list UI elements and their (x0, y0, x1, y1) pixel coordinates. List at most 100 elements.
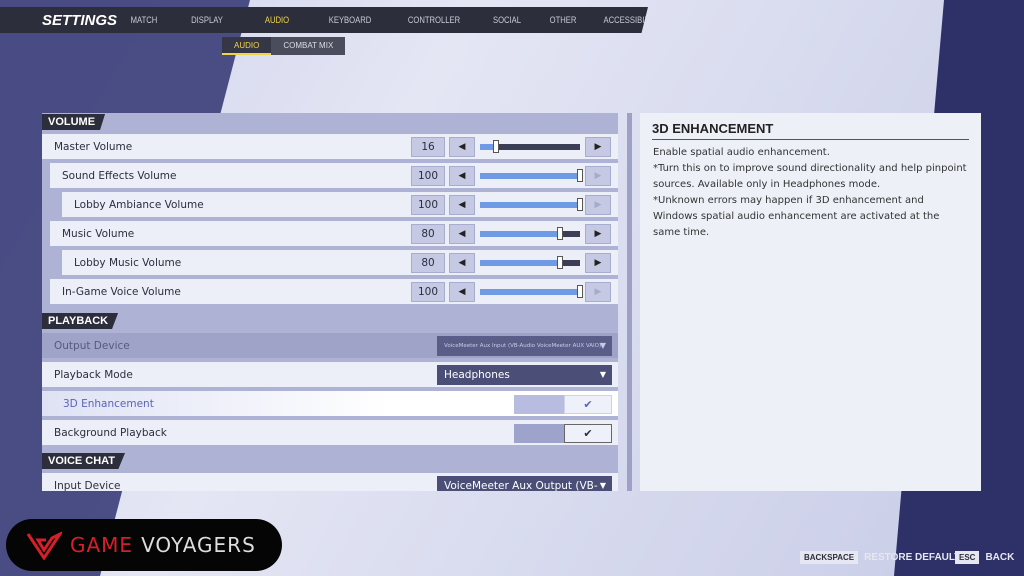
slider-handle[interactable] (493, 140, 499, 153)
logo-text: VOYAGERS (141, 533, 256, 557)
volume-slider[interactable] (480, 169, 583, 182)
background-playback-toggle[interactable]: ✔ (514, 424, 612, 443)
restore-defaults-button[interactable]: BACKSPACE RESTORE DEFAULTS (800, 551, 967, 564)
output-device-row: Output Device VoiceMeeter Aux Input (VB-… (42, 333, 618, 358)
settings-panel: VOLUME Master Volume 16 ◀ ▶ Sound Effects… (42, 113, 618, 491)
volume-value: 100 (411, 166, 445, 186)
volume-row: In-Game Voice Volume 100 ◀ ▶ (50, 279, 618, 304)
volume-row: Lobby Ambiance Volume 100 ◀ ▶ (62, 192, 618, 217)
row-label: Output Device (54, 339, 130, 352)
slider-handle[interactable] (557, 256, 563, 269)
volume-slider[interactable] (480, 285, 583, 298)
row-label: 3D Enhancement (63, 397, 154, 410)
watermark-logo: GAME VOYAGERS (6, 519, 282, 571)
increase-arrow-icon[interactable]: ▶ (585, 195, 611, 215)
tab-display[interactable]: DISPLAY (176, 15, 237, 25)
caret-down-icon: ▼ (599, 370, 606, 379)
background-playback-row: Background Playback ✔ (42, 420, 618, 445)
key-hint: BACKSPACE (800, 551, 859, 564)
slider-handle[interactable] (557, 227, 563, 240)
increase-arrow-icon[interactable]: ▶ (585, 137, 611, 157)
subtab-combat-mix[interactable]: COMBAT MIX (271, 37, 346, 55)
subtabs: AUDIO COMBAT MIX (222, 37, 346, 55)
volume-slider[interactable] (480, 198, 583, 211)
volume-value: 100 (411, 282, 445, 302)
volume-value: 16 (411, 137, 445, 157)
tab-controller[interactable]: CONTROLLER (396, 15, 473, 25)
row-label: Background Playback (54, 426, 167, 439)
row-label: Music Volume (62, 227, 135, 240)
decrease-arrow-icon[interactable]: ◀ (449, 137, 475, 157)
input-device-dropdown[interactable]: VoiceMeeter Aux Output (VB-Audi▼ (437, 476, 612, 491)
tab-audio[interactable]: AUDIO (248, 15, 306, 25)
section-header-volume: VOLUME (42, 113, 618, 132)
increase-arrow-icon[interactable]: ▶ (585, 253, 611, 273)
tab-accessibility[interactable]: ACCESSIBILITY (597, 15, 648, 25)
dropdown-value: Headphones (444, 369, 510, 381)
volume-row: Lobby Music Volume 80 ◀ ▶ (62, 250, 618, 275)
slider-fill (480, 231, 560, 237)
tab-match[interactable]: MATCH (121, 15, 167, 25)
playback-mode-dropdown[interactable]: Headphones ▼ (437, 365, 612, 385)
check-icon: ✔ (564, 395, 612, 414)
logo-icon (26, 531, 62, 560)
caret-down-icon: ▼ (599, 341, 606, 350)
row-label: Master Volume (54, 140, 133, 153)
slider-handle[interactable] (577, 198, 583, 211)
row-label: Lobby Ambiance Volume (74, 198, 204, 211)
row-label: In-Game Voice Volume (62, 285, 181, 298)
tab-social[interactable]: SOCIAL (483, 15, 531, 25)
3d-enhancement-row: 3D Enhancement ✔ (42, 391, 618, 416)
decrease-arrow-icon[interactable]: ◀ (449, 253, 475, 273)
volume-value: 80 (411, 253, 445, 273)
key-hint: ESC (955, 551, 980, 564)
output-device-dropdown[interactable]: VoiceMeeter Aux Input (VB-Audio VoiceMee… (437, 336, 612, 356)
section-header-playback: PLAYBACK (42, 312, 618, 331)
3d-enhancement-toggle[interactable]: ✔ (514, 395, 612, 414)
section-header-voice-chat: VOICE CHAT (42, 452, 618, 471)
scrollbar[interactable] (627, 113, 632, 491)
slider-fill (480, 173, 580, 179)
tab-keyboard[interactable]: KEYBOARD (317, 15, 383, 25)
decrease-arrow-icon[interactable]: ◀ (449, 166, 475, 186)
slider-fill (480, 289, 580, 295)
slider-fill (480, 202, 580, 208)
volume-row: Sound Effects Volume 100 ◀ ▶ (50, 163, 618, 188)
button-label: BACK (985, 552, 1015, 563)
slider-fill (480, 260, 560, 266)
row-label: Playback Mode (54, 368, 133, 381)
check-icon: ✔ (564, 424, 612, 443)
row-label: Input Device (54, 479, 121, 492)
playback-mode-row: Playback Mode Headphones ▼ (42, 362, 618, 387)
volume-row: Music Volume 80 ◀ ▶ (50, 221, 618, 246)
dropdown-value: VoiceMeeter Aux Input (VB-Audio VoiceMee… (444, 343, 602, 349)
increase-arrow-icon[interactable]: ▶ (585, 224, 611, 244)
logo-text: GAME (70, 533, 134, 557)
tab-other[interactable]: OTHER (539, 15, 587, 25)
slider-handle[interactable] (577, 285, 583, 298)
volume-slider[interactable] (480, 227, 580, 240)
slider-handle[interactable] (577, 169, 583, 182)
info-title: 3D ENHANCEMENT (652, 121, 969, 140)
dropdown-value: VoiceMeeter Aux Output (VB-Audi (444, 480, 598, 491)
increase-arrow-icon[interactable]: ▶ (585, 166, 611, 186)
top-nav: SETTINGS MATCH DISPLAY AUDIO KEYBOARD CONTRO… (0, 7, 648, 33)
decrease-arrow-icon[interactable]: ◀ (449, 224, 475, 244)
row-label: Lobby Music Volume (74, 256, 182, 269)
volume-row: Master Volume 16 ◀ ▶ (42, 134, 618, 159)
volume-slider[interactable] (480, 140, 580, 153)
input-device-row: Input Device VoiceMeeter Aux Output (VB-… (42, 473, 618, 491)
volume-slider[interactable] (480, 256, 580, 269)
back-button[interactable]: ESC BACK (955, 551, 1014, 564)
volume-value: 80 (411, 224, 445, 244)
decrease-arrow-icon[interactable]: ◀ (449, 282, 475, 302)
volume-value: 100 (411, 195, 445, 215)
page-title: SETTINGS (42, 11, 118, 29)
info-panel: 3D ENHANCEMENT Enable spatial audio enha… (640, 113, 981, 491)
increase-arrow-icon[interactable]: ▶ (585, 282, 611, 302)
info-text: Enable spatial audio enhancement. *Turn … (653, 147, 967, 238)
subtab-audio[interactable]: AUDIO (222, 37, 272, 55)
row-label: Sound Effects Volume (62, 169, 177, 182)
button-label: RESTORE DEFAULTS (864, 552, 968, 563)
decrease-arrow-icon[interactable]: ◀ (449, 195, 475, 215)
